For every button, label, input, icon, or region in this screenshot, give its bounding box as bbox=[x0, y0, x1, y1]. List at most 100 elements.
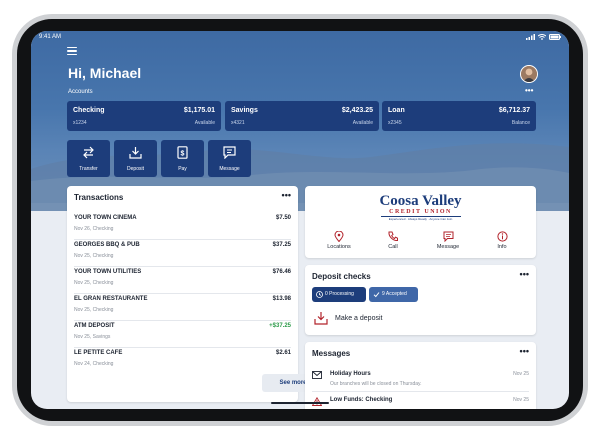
transaction-detail: Nov 25, Checking bbox=[74, 280, 114, 286]
user-photo-icon bbox=[521, 66, 537, 82]
deposit-checks-more-button[interactable]: ••• bbox=[520, 269, 529, 279]
transaction-merchant: YOUR TOWN UTILITIES bbox=[74, 269, 142, 275]
transaction-detail: Nov 25, Checking bbox=[74, 253, 114, 259]
hamburger-menu-icon[interactable] bbox=[67, 47, 77, 56]
deposit-button[interactable]: Deposit bbox=[114, 140, 157, 177]
transaction-amount: $7.50 bbox=[275, 215, 291, 221]
greeting-title: Hi, Michael bbox=[68, 65, 142, 81]
message-label: Message bbox=[219, 166, 240, 172]
info-label: Info bbox=[497, 244, 507, 250]
account-amount-label: Available bbox=[352, 120, 373, 126]
message-button[interactable]: Message bbox=[208, 140, 251, 177]
avatar[interactable] bbox=[520, 65, 538, 83]
status-icons bbox=[526, 34, 561, 40]
locations-button[interactable]: Locations bbox=[317, 231, 361, 253]
transfer-icon bbox=[83, 146, 94, 159]
call-label: Call bbox=[388, 244, 398, 250]
credit-union-logo-subtitle: CREDIT UNION bbox=[389, 209, 452, 215]
transaction-row[interactable]: LE PETITE CAFE Nov 24, Checking $2.61 bbox=[74, 348, 291, 374]
message-preview: Our branches will be closed on Thursday. bbox=[330, 381, 422, 387]
transaction-amount: $37.25 bbox=[272, 242, 291, 248]
transaction-merchant: EL GRAN RESTAURANTE bbox=[74, 296, 148, 302]
accounts-label: Accounts bbox=[68, 89, 93, 95]
message-row[interactable]: Low Funds: Checking Nov 25 bbox=[312, 395, 529, 409]
transfer-label: Transfer bbox=[79, 166, 98, 172]
transaction-row[interactable]: GEORGES BBQ & PUB Nov 25, Checking $37.2… bbox=[74, 240, 291, 267]
pay-button[interactable]: $ Pay bbox=[161, 140, 204, 177]
credit-union-tagline: Experienced · Always Ready · Anyone Can … bbox=[388, 217, 453, 221]
deposit-checks-title: Deposit checks bbox=[312, 272, 371, 281]
transaction-merchant: GEORGES BBQ & PUB bbox=[74, 242, 140, 248]
make-deposit-button[interactable]: Make a deposit bbox=[335, 315, 382, 322]
message-contact-button[interactable]: Message bbox=[426, 231, 470, 253]
transaction-detail: Nov 25, Checking bbox=[74, 307, 114, 313]
transaction-merchant: ATM DEPOSIT bbox=[74, 323, 115, 329]
transaction-detail: Nov 26, Checking bbox=[74, 226, 114, 232]
message-subject: Low Funds: Checking bbox=[330, 397, 393, 403]
transactions-more-button[interactable]: ••• bbox=[282, 190, 291, 200]
message-icon bbox=[223, 146, 236, 159]
account-card-loan[interactable]: Loan $6,712.37 x2345 Balance bbox=[382, 101, 536, 131]
deposit-tray-icon bbox=[314, 312, 328, 325]
transaction-merchant: YOUR TOWN CINEMA bbox=[74, 215, 137, 221]
call-button[interactable]: Call bbox=[371, 231, 415, 253]
message-contact-label: Message bbox=[436, 244, 460, 250]
location-pin-icon bbox=[334, 231, 344, 242]
messages-title: Messages bbox=[312, 349, 351, 358]
credit-union-logo-name: Coosa Valley bbox=[379, 193, 462, 209]
account-name: Checking bbox=[73, 107, 105, 114]
envelope-icon bbox=[312, 371, 322, 379]
pay-label: Pay bbox=[178, 166, 187, 172]
accounts-more-button[interactable]: ••• bbox=[525, 86, 533, 95]
info-button[interactable]: Info bbox=[480, 231, 524, 253]
transaction-merchant: LE PETITE CAFE bbox=[74, 350, 123, 356]
battery-icon bbox=[549, 34, 561, 40]
accepted-filter-button[interactable]: 9 Accepted bbox=[369, 287, 418, 302]
account-amount-label: Available bbox=[194, 120, 215, 126]
message-date: Nov 25 bbox=[513, 371, 529, 377]
transaction-amount: +$37.25 bbox=[269, 323, 291, 329]
status-time: 9:41 AM bbox=[39, 34, 62, 40]
processing-label: 0 Processing bbox=[325, 291, 354, 297]
transaction-amount: $13.98 bbox=[272, 296, 291, 302]
accepted-label: 9 Accepted bbox=[382, 291, 407, 297]
locations-label: Locations bbox=[327, 244, 351, 250]
transfer-button[interactable]: Transfer bbox=[67, 140, 110, 177]
phone-icon bbox=[388, 231, 398, 242]
transaction-row[interactable]: ATM DEPOSIT Nov 25, Savings +$37.25 bbox=[74, 321, 291, 348]
status-bar: 9:41 AM bbox=[39, 34, 561, 44]
account-card-savings[interactable]: Savings $2,423.25 x4321 Available bbox=[225, 101, 379, 131]
transaction-amount: $2.61 bbox=[275, 350, 291, 356]
transactions-card: Transactions ••• YOUR TOWN CINEMA Nov 26… bbox=[67, 186, 324, 402]
home-indicator[interactable] bbox=[271, 402, 329, 404]
account-amount: $2,423.25 bbox=[341, 107, 373, 114]
account-number: x1234 bbox=[73, 120, 87, 126]
processing-filter-button[interactable]: 0 Processing bbox=[312, 287, 366, 302]
account-number: x4321 bbox=[231, 120, 245, 126]
account-card-checking[interactable]: Checking $1,175.01 x1234 Available bbox=[67, 101, 221, 131]
deposit-label: Deposit bbox=[127, 166, 144, 172]
message-row[interactable]: Holiday Hours Our branches will be close… bbox=[312, 369, 529, 392]
deposit-icon bbox=[129, 147, 142, 159]
signal-icon bbox=[526, 34, 535, 40]
account-amount: $1,175.01 bbox=[183, 107, 215, 114]
message-date: Nov 25 bbox=[513, 397, 529, 403]
transaction-row[interactable]: YOUR TOWN CINEMA Nov 26, Checking $7.50 bbox=[74, 213, 291, 240]
clock-icon bbox=[316, 291, 323, 298]
transaction-amount: $76.46 bbox=[272, 269, 291, 275]
svg-text:$: $ bbox=[181, 150, 185, 157]
checkmark-icon bbox=[373, 292, 380, 298]
account-number: x2345 bbox=[388, 120, 402, 126]
messages-more-button[interactable]: ••• bbox=[520, 346, 529, 356]
institution-card: Coosa Valley CREDIT UNION Experienced · … bbox=[305, 186, 536, 258]
app-screen: 9:41 AM Hi, Michael Accounts ••• Checkin… bbox=[31, 31, 569, 409]
chat-icon bbox=[443, 231, 454, 242]
account-amount-label: Balance bbox=[511, 120, 530, 126]
message-subject: Holiday Hours bbox=[330, 371, 371, 377]
transaction-detail: Nov 25, Savings bbox=[74, 334, 111, 340]
pay-icon: $ bbox=[177, 146, 188, 159]
info-icon bbox=[497, 231, 508, 242]
transaction-row[interactable]: EL GRAN RESTAURANTE Nov 25, Checking $13… bbox=[74, 294, 291, 321]
transaction-row[interactable]: YOUR TOWN UTILITIES Nov 25, Checking $76… bbox=[74, 267, 291, 294]
wifi-icon bbox=[538, 34, 546, 40]
